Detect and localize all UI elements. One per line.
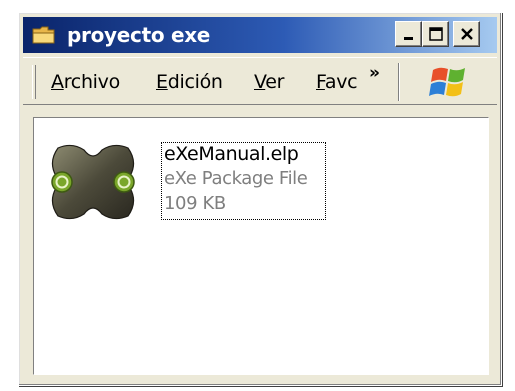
menu-edicion[interactable]: Edición xyxy=(156,71,223,93)
menu-bar: Archivo Edición Ver Favc » xyxy=(23,57,497,105)
windows-logo-icon xyxy=(429,67,465,97)
toolbar-separator xyxy=(398,63,400,101)
maximize-button[interactable] xyxy=(422,21,449,47)
menu-ver-label: er xyxy=(265,71,285,93)
file-name: eXeManual.elp xyxy=(164,143,299,165)
file-size: 109 KB xyxy=(164,193,226,214)
folder-icon xyxy=(32,26,55,44)
menu-edicion-label: dición xyxy=(167,71,223,93)
toolbar-grip-handle[interactable] xyxy=(32,65,36,99)
minimize-icon xyxy=(404,37,413,40)
file-labels: eXeManual.elp eXe Package File 109 KB xyxy=(161,142,326,220)
close-icon xyxy=(461,28,473,40)
menu-favoritos-accel: F xyxy=(316,71,325,93)
menu-edicion-accel: E xyxy=(156,71,168,93)
close-button[interactable] xyxy=(453,21,480,47)
menu-archivo-label: rchivo xyxy=(63,71,121,93)
file-type: eXe Package File xyxy=(164,168,308,189)
explorer-window: proyecto exe Archivo Edición Ver Favc » xyxy=(18,12,502,386)
file-item[interactable]: eXeManual.elp eXe Package File 109 KB xyxy=(48,142,330,232)
window-title: proyecto exe xyxy=(67,23,211,47)
title-bar[interactable]: proyecto exe xyxy=(23,17,497,53)
menu-ver[interactable]: Ver xyxy=(254,71,284,93)
menu-archivo[interactable]: Archivo xyxy=(51,71,120,93)
minimize-button[interactable] xyxy=(395,21,422,47)
maximize-icon xyxy=(429,27,443,41)
menu-favoritos[interactable]: Favc xyxy=(316,71,360,93)
menu-ver-accel: V xyxy=(254,71,266,93)
menu-favoritos-label: avc xyxy=(324,71,358,93)
file-list-pane[interactable]: eXeManual.elp eXe Package File 109 KB xyxy=(33,117,489,375)
exe-package-icon xyxy=(51,144,135,220)
menu-archivo-accel: A xyxy=(51,71,64,93)
menu-overflow-chevron[interactable]: » xyxy=(369,64,380,82)
